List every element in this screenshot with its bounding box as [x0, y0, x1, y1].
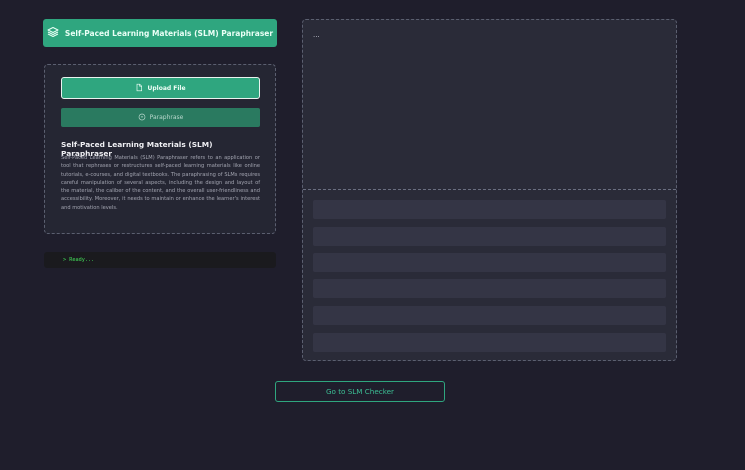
output-divider [303, 189, 676, 190]
file-icon [135, 83, 143, 94]
output-text: ... [313, 31, 320, 39]
refresh-icon [138, 113, 146, 123]
paraphrase-button[interactable]: Paraphrase [61, 108, 260, 127]
upload-file-label: Upload File [147, 84, 186, 92]
layers-icon [47, 26, 59, 40]
status-console: > Ready... [44, 252, 276, 268]
slm-checker-label: Go to SLM Checker [325, 387, 395, 396]
info-description: Self-Paced Learning Materials (SLM) Para… [61, 155, 260, 211]
app-title-button[interactable]: Self-Paced Learning Materials (SLM) Para… [43, 19, 277, 47]
control-panel: Upload File Paraphrase Self-Paced Learni… [44, 64, 276, 234]
skeleton-line [313, 227, 666, 246]
upload-file-button[interactable]: Upload File [61, 77, 260, 99]
paraphrase-label: Paraphrase [149, 114, 184, 121]
app-title: Self-Paced Learning Materials (SLM) Para… [64, 28, 274, 38]
slm-checker-button[interactable]: Go to SLM Checker [275, 381, 445, 402]
skeleton-line [313, 253, 666, 272]
status-text: > Ready... [63, 257, 95, 263]
skeleton-line [313, 333, 666, 352]
skeleton-line [313, 306, 666, 325]
skeleton-line [313, 279, 666, 298]
skeleton-line [313, 200, 666, 219]
output-panel: ... [302, 19, 677, 361]
